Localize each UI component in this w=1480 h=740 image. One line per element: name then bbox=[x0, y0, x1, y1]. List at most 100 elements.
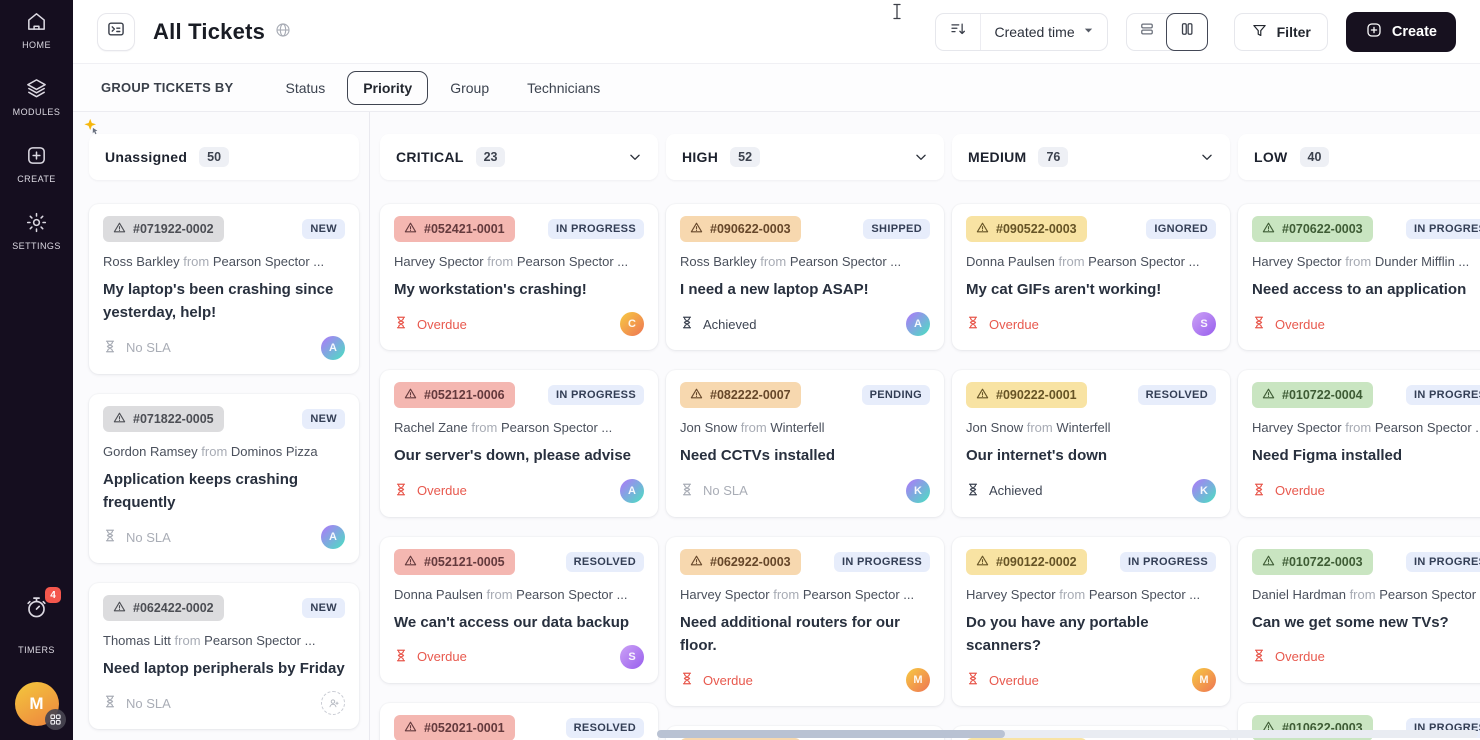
user-avatar[interactable]: M bbox=[14, 682, 66, 730]
ticket-subject: I need a new laptop ASAP! bbox=[680, 281, 869, 298]
ticket-card[interactable]: #052421-0001 IN PROGRESS Harvey Spector … bbox=[380, 204, 658, 351]
column-count: 40 bbox=[1299, 147, 1330, 167]
sidebar-item-timers[interactable]: 4 TIMERS bbox=[18, 587, 61, 655]
ticket-card[interactable]: #062922-0003 IN PROGRESS Harvey Spector … bbox=[666, 536, 944, 706]
gear-icon bbox=[25, 211, 48, 234]
ticket-requester-name: Harvey Spector bbox=[1252, 420, 1342, 436]
sidebar-item-label: CREATE bbox=[17, 174, 56, 184]
ticket-subject: Need laptop peripherals by Friday bbox=[103, 660, 345, 677]
sidebar-item-home[interactable]: HOME bbox=[22, 10, 51, 50]
ticket-card[interactable]: #052121-0005 RESOLVED Donna Paulsen from… bbox=[380, 536, 658, 683]
ticket-requester: Thomas Litt from Pearson Spector ... bbox=[103, 633, 345, 648]
page-title: All Tickets bbox=[153, 18, 266, 44]
ticket-id-pill: #010722-0004 bbox=[1252, 382, 1373, 409]
ticket-from-label: from bbox=[174, 633, 205, 648]
warning-triangle-icon bbox=[404, 387, 417, 403]
ticket-card[interactable]: #090222-0001 RESOLVED Jon Snow from Wint… bbox=[952, 370, 1230, 517]
horizontal-scrollbar bbox=[657, 730, 1478, 738]
ticket-card[interactable]: #052121-0006 IN PROGRESS Rachel Zane fro… bbox=[380, 370, 658, 517]
ticket-card[interactable]: #071822-0005 NEW Gordon Ramsey from Domi… bbox=[89, 393, 359, 563]
horizontal-scrollbar-thumb[interactable] bbox=[657, 730, 1005, 738]
ticket-id: #010722-0003 bbox=[1282, 554, 1363, 569]
ticket-assignee-avatar[interactable]: M bbox=[906, 668, 930, 692]
ticket-id: #052121-0005 bbox=[424, 554, 505, 569]
ticket-requester: Harvey Spector from Dunder Mifflin ... bbox=[1252, 254, 1480, 269]
column-collapse-button[interactable] bbox=[628, 150, 642, 164]
column-cards: #070622-0003 IN PROGRESS Harvey Spector … bbox=[1238, 204, 1480, 740]
tab-status[interactable]: Status bbox=[270, 71, 342, 105]
ticket-company: Winterfell bbox=[770, 420, 825, 436]
ticket-assignee-avatar[interactable]: S bbox=[1192, 312, 1216, 337]
ticket-card[interactable]: #090122-0002 IN PROGRESS Harvey Spector … bbox=[952, 536, 1230, 706]
column-collapse-button[interactable] bbox=[914, 150, 928, 164]
tab-group[interactable]: Group bbox=[434, 71, 505, 105]
tab-priority[interactable]: Priority bbox=[347, 70, 429, 105]
tab-technicians[interactable]: Technicians bbox=[511, 71, 616, 105]
ticket-assignee-avatar[interactable]: A bbox=[321, 335, 345, 360]
ticket-assignee-avatar[interactable]: A bbox=[321, 525, 345, 549]
kanban-view-button[interactable] bbox=[1165, 12, 1208, 51]
filter-button[interactable]: Filter bbox=[1233, 12, 1328, 51]
ticket-card[interactable]: #062422-0002 NEW Thomas Litt from Pearso… bbox=[89, 583, 359, 730]
ticket-requester-name: Jon Snow bbox=[966, 420, 1024, 436]
ticket-from-label: from bbox=[486, 586, 517, 602]
list-view-button[interactable] bbox=[1127, 14, 1167, 50]
chevron-down-icon bbox=[1083, 23, 1094, 41]
ticket-sla: Overdue bbox=[394, 315, 467, 333]
ticket-card[interactable]: #010722-0003 IN PROGRESS Daniel Hardman … bbox=[1238, 536, 1480, 683]
ticket-card[interactable]: #082222-0007 PENDING Jon Snow from Winte… bbox=[666, 370, 944, 517]
funnel-icon bbox=[1251, 22, 1268, 42]
ticket-card[interactable]: #071922-0002 NEW Ross Barkley from Pears… bbox=[89, 204, 359, 374]
sort-by-dropdown[interactable]: Created time bbox=[980, 13, 1106, 50]
workspace-switcher-icon[interactable] bbox=[44, 709, 66, 730]
hourglass-icon bbox=[1252, 482, 1266, 500]
board-columns: Unassigned 50 #071922-0002 NEW Ross Bark… bbox=[89, 112, 1480, 740]
group-by-label: GROUP TICKETS BY bbox=[101, 80, 234, 95]
ticket-requester-name: Ross Barkley bbox=[680, 254, 757, 269]
ticket-subject: Need Figma installed bbox=[1252, 447, 1403, 465]
column-title: MEDIUM bbox=[968, 149, 1027, 165]
ticket-sla-label: Overdue bbox=[417, 483, 467, 498]
warning-triangle-icon bbox=[690, 554, 703, 570]
ticket-subject: Application keeps crashing frequently bbox=[103, 470, 299, 511]
ticket-assignee-avatar[interactable]: M bbox=[1192, 668, 1216, 692]
ticket-requester: Rachel Zane from Pearson Spector ... bbox=[394, 420, 644, 435]
ticket-from-label: from bbox=[760, 254, 790, 269]
ticket-card[interactable]: #070622-0003 IN PROGRESS Harvey Spector … bbox=[1238, 204, 1480, 351]
ticket-card[interactable]: #052021-0001 RESOLVED bbox=[380, 702, 658, 740]
warning-triangle-icon bbox=[976, 387, 989, 403]
ticket-assignee-avatar[interactable]: S bbox=[620, 644, 644, 669]
ticket-id: #062422-0002 bbox=[133, 601, 214, 615]
sidebar-item-create[interactable]: CREATE bbox=[17, 144, 56, 184]
main: All Tickets Created time Filter Create G… bbox=[73, 0, 1480, 740]
warning-triangle-icon bbox=[404, 221, 417, 237]
column-title: CRITICAL bbox=[396, 149, 464, 165]
sidebar-item-settings[interactable]: SETTINGS bbox=[12, 211, 61, 251]
column-cards: #090522-0003 IGNORED Donna Paulsen from … bbox=[952, 204, 1230, 740]
ticket-sla-label: No SLA bbox=[126, 529, 171, 545]
ticket-assignee-avatar[interactable]: K bbox=[1192, 478, 1216, 503]
ticket-status-badge: RESOLVED bbox=[1137, 385, 1216, 406]
hourglass-icon bbox=[680, 482, 694, 500]
column-collapse-button[interactable] bbox=[1200, 150, 1214, 164]
ticket-requester: Harvey Spector from Pearson Spector ... bbox=[1252, 420, 1480, 435]
ticket-id: #090522-0003 bbox=[996, 222, 1077, 236]
warning-triangle-icon bbox=[690, 221, 703, 237]
ticket-view-icon-button[interactable] bbox=[97, 12, 135, 51]
ticket-assignee-avatar[interactable]: A bbox=[906, 312, 930, 337]
warning-triangle-icon bbox=[1262, 554, 1275, 570]
column-count: 50 bbox=[199, 147, 230, 167]
sort-direction-button[interactable] bbox=[936, 14, 980, 50]
ticket-card[interactable]: #090522-0003 IGNORED Donna Paulsen from … bbox=[952, 204, 1230, 351]
ticket-assignee-avatar[interactable]: K bbox=[906, 478, 930, 503]
sort-control: Created time bbox=[935, 12, 1108, 51]
ticket-assignee-avatar[interactable]: C bbox=[620, 312, 644, 337]
ticket-card[interactable]: #010722-0004 IN PROGRESS Harvey Spector … bbox=[1238, 370, 1480, 517]
assign-agent-icon[interactable] bbox=[321, 691, 345, 716]
ticket-assignee-avatar[interactable]: A bbox=[620, 478, 644, 503]
sidebar-item-modules[interactable]: MODULES bbox=[13, 77, 61, 117]
ticket-card[interactable]: #090622-0003 SHIPPED Ross Barkley from P… bbox=[666, 204, 944, 351]
column-header: CRITICAL 23 bbox=[380, 134, 658, 180]
create-button[interactable]: Create bbox=[1345, 11, 1456, 52]
ticket-company: Pearson Spector ... bbox=[500, 420, 613, 436]
